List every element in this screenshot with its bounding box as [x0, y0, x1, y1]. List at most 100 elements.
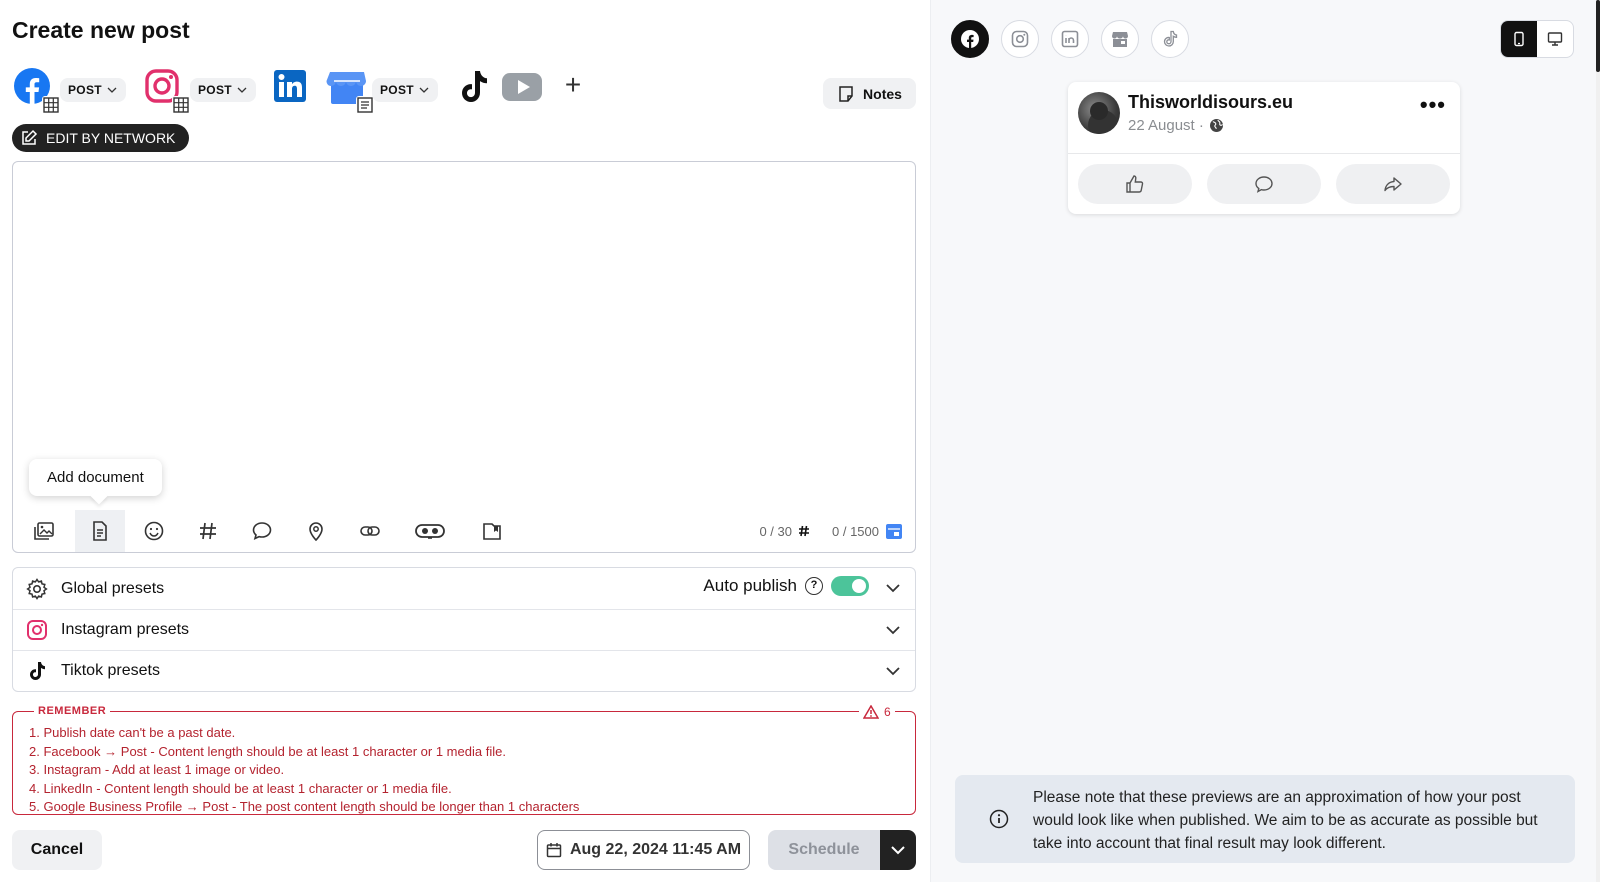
- google-business-post-type-select[interactable]: POST: [372, 78, 438, 102]
- preview-panel: Thisworldisours.eu 22 August · ••• Pleas…: [930, 0, 1600, 882]
- post-type-label: POST: [68, 83, 102, 97]
- media-library-button[interactable]: [467, 510, 517, 552]
- schedule-date-value: Aug 22, 2024 11:45 AM: [569, 841, 742, 858]
- auto-publish-control: Auto publish ?: [703, 576, 869, 596]
- preview-tab-instagram[interactable]: [1001, 20, 1039, 58]
- schedule-button[interactable]: Schedule: [768, 830, 880, 870]
- first-comment-button[interactable]: [237, 510, 287, 552]
- chevron-down-icon[interactable]: [885, 580, 901, 596]
- divider: [1068, 153, 1460, 154]
- instagram-network[interactable]: [142, 66, 190, 114]
- add-network-button[interactable]: +: [560, 71, 586, 99]
- document-icon: [93, 521, 107, 541]
- preview-tab-facebook[interactable]: [951, 20, 989, 58]
- location-button[interactable]: [291, 510, 341, 552]
- edit-by-network-button[interactable]: EDIT BY NETWORK: [12, 124, 190, 152]
- chevron-down-icon: [419, 87, 429, 93]
- help-icon[interactable]: ?: [805, 577, 823, 595]
- validation-errors-list: 1. Publish date can't be a past date. 2.…: [29, 724, 579, 814]
- calendar-icon: [546, 843, 562, 858]
- tiktok-icon: [462, 71, 487, 102]
- add-media-button[interactable]: [19, 510, 69, 552]
- cancel-button[interactable]: Cancel: [12, 830, 102, 870]
- instagram-icon: [1011, 30, 1029, 48]
- share-arrow-icon: [1384, 177, 1402, 192]
- tiktok-presets-row[interactable]: Tiktok presets: [13, 650, 915, 691]
- schedule-date-picker[interactable]: Aug 22, 2024 11:45 AM: [537, 830, 750, 870]
- error-count-value: 6: [884, 705, 891, 719]
- post-editor[interactable]: Add document 0 / 30 0 / 1500: [12, 161, 916, 553]
- document-badge-icon: [356, 96, 374, 114]
- global-presets-label: Global presets: [61, 579, 165, 597]
- validation-error-item: 1. Publish date can't be a past date.: [29, 725, 236, 740]
- hashtag-icon: [200, 522, 216, 540]
- comment-icon: [1255, 176, 1273, 193]
- mobile-icon: [1514, 31, 1524, 47]
- global-presets-row[interactable]: Global presets Auto publish ?: [13, 568, 915, 609]
- ai-assistant-button[interactable]: [399, 510, 461, 552]
- device-preview-toggle: [1500, 20, 1574, 58]
- facebook-post-type-select[interactable]: POST: [60, 78, 126, 102]
- robot-icon: [415, 524, 445, 539]
- linkedin-icon: [1061, 30, 1079, 48]
- location-pin-icon: [309, 522, 323, 542]
- emoji-icon: [144, 521, 164, 541]
- editor-counters: 0 / 30 0 / 1500: [759, 522, 903, 540]
- google-business-network[interactable]: [326, 66, 374, 114]
- post-type-label: POST: [198, 83, 232, 97]
- share-button[interactable]: [1336, 164, 1450, 204]
- instagram-icon: [25, 618, 49, 642]
- facebook-network[interactable]: [12, 66, 60, 114]
- desktop-preview-button[interactable]: [1537, 21, 1573, 57]
- chevron-down-icon: [237, 87, 247, 93]
- hashtag-icon: [799, 525, 809, 537]
- grid-icon: [42, 96, 60, 114]
- desktop-icon: [1547, 32, 1563, 46]
- instagram-presets-label: Instagram presets: [61, 621, 190, 638]
- link-icon: [360, 526, 380, 536]
- tiktok-network[interactable]: [452, 66, 496, 110]
- editor-toolbar: 0 / 30 0 / 1500: [19, 510, 909, 552]
- comment-button[interactable]: [1207, 164, 1321, 204]
- preview-tab-tiktok[interactable]: [1151, 20, 1189, 58]
- warning-icon: [863, 705, 879, 719]
- auto-publish-label: Auto publish: [703, 576, 797, 595]
- instagram-presets-row[interactable]: Instagram presets: [13, 609, 915, 650]
- avatar: [1078, 92, 1120, 134]
- linkedin-network[interactable]: [270, 66, 314, 110]
- page-scrollbar[interactable]: [1596, 0, 1600, 882]
- add-document-button[interactable]: [75, 510, 125, 552]
- chevron-down-icon[interactable]: [885, 663, 901, 679]
- preview-tab-linkedin[interactable]: [1051, 20, 1089, 58]
- note-icon: [839, 85, 853, 102]
- like-button[interactable]: [1078, 164, 1192, 204]
- hashtag-button[interactable]: [183, 510, 233, 552]
- character-counter: 0 / 1500: [832, 523, 879, 539]
- mobile-preview-button[interactable]: [1501, 21, 1537, 57]
- network-selector: POST POST POST +: [12, 66, 912, 114]
- preview-disclaimer-text: Please note that these previews are an a…: [1033, 789, 1538, 852]
- chevron-down-icon: [107, 87, 117, 93]
- validation-error-item: 2. Facebook → Post - Content length shou…: [29, 743, 506, 759]
- tiktok-icon: [1163, 30, 1178, 47]
- notes-button[interactable]: Notes: [823, 78, 916, 109]
- tiktok-icon: [25, 659, 49, 683]
- facebook-icon: [961, 30, 979, 48]
- chevron-down-icon[interactable]: [885, 622, 901, 638]
- gear-icon: [25, 577, 49, 601]
- post-date: 22 August ·: [1128, 117, 1204, 134]
- edit-icon: [22, 129, 38, 145]
- preview-tab-google-business[interactable]: [1101, 20, 1139, 58]
- instagram-post-type-select[interactable]: POST: [190, 78, 256, 102]
- store-icon: [1112, 32, 1128, 47]
- scrollbar-thumb[interactable]: [1596, 0, 1600, 72]
- schedule-options-button[interactable]: [880, 830, 916, 870]
- preview-disclaimer: Please note that these previews are an a…: [955, 775, 1575, 863]
- page-title: Create new post: [12, 17, 190, 43]
- emoji-button[interactable]: [129, 510, 179, 552]
- auto-publish-toggle[interactable]: [831, 576, 869, 596]
- globe-icon: [1209, 119, 1223, 132]
- link-button[interactable]: [345, 510, 395, 552]
- more-options-icon[interactable]: •••: [1420, 92, 1446, 118]
- youtube-network[interactable]: [500, 66, 544, 110]
